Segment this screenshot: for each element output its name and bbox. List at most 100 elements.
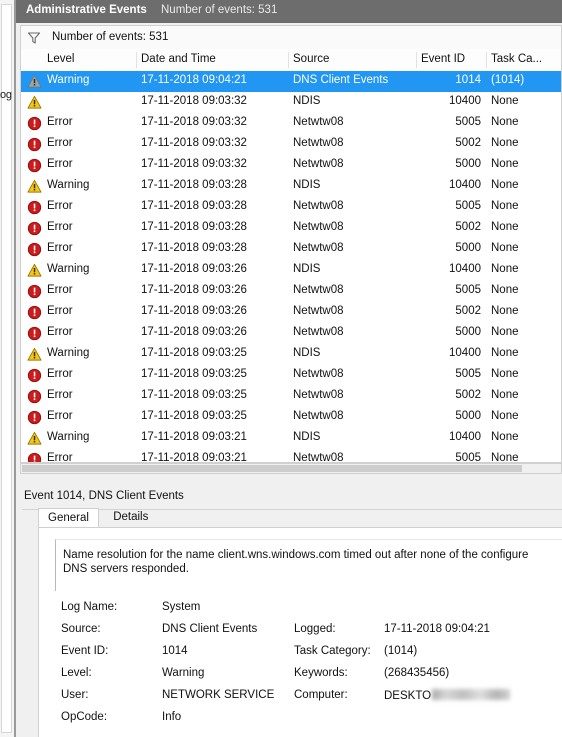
cell-date: 17-11-2018 09:03:26 [141, 326, 247, 338]
event-row[interactable]: Error 17-11-2018 09:03:21 Netwtw08 5005 None [21, 449, 561, 463]
cell-source: Netwtw08 [293, 116, 344, 128]
cell-task-category: None [491, 347, 519, 359]
cell-task-category: None [491, 242, 519, 254]
event-row[interactable]: Error 17-11-2018 09:03:28 Netwtw08 5000 None [21, 239, 561, 260]
cell-event-id: 5002 [455, 305, 481, 317]
event-row[interactable]: Error 17-11-2018 09:03:26 Netwtw08 5002 None [21, 302, 561, 323]
event-detail-title: Event 1014, DNS Client Events [24, 490, 184, 502]
cell-level: Error [47, 368, 73, 380]
detail-content-card: Name resolution for the name client.wns.… [38, 527, 562, 737]
cell-event-id: 10400 [449, 263, 481, 275]
column-header-source[interactable]: Source [293, 53, 329, 65]
column-divider-3[interactable] [486, 52, 487, 68]
event-row[interactable]: Error 17-11-2018 09:03:26 Netwtw08 5005 None [21, 281, 561, 302]
event-row[interactable]: Error 17-11-2018 09:03:28 Netwtw08 5002 None [21, 218, 561, 239]
column-divider-2[interactable] [416, 52, 417, 68]
event-row[interactable]: 17-11-2018 09:03:32 NDIS 10400 None [21, 92, 561, 113]
tab-details[interactable]: Details [104, 508, 157, 528]
cell-event-id: 5000 [455, 242, 481, 254]
cell-date: 17-11-2018 09:03:21 [141, 452, 247, 463]
event-row[interactable]: Error 17-11-2018 09:03:25 Netwtw08 5000 None [21, 407, 561, 428]
tab-general[interactable]: General [38, 508, 99, 528]
filter-summary-bar[interactable]: Number of events: 531 [20, 25, 562, 49]
error-icon [27, 410, 42, 425]
event-row[interactable]: Error 17-11-2018 09:03:32 Netwtw08 5005 None [21, 113, 561, 134]
event-viewer-screenshot: og Administrative Events Number of event… [0, 0, 562, 737]
cell-task-category: None [491, 431, 519, 443]
cell-level: Error [47, 305, 73, 317]
header-event-count: Number of events: 531 [161, 4, 278, 16]
cell-source: Netwtw08 [293, 158, 344, 170]
cell-level: Warning [47, 74, 90, 86]
cell-event-id: 5002 [455, 389, 481, 401]
property-row: Log Name: System [39, 601, 562, 623]
cell-source: Netwtw08 [293, 284, 344, 296]
event-row[interactable]: Error 17-11-2018 09:03:25 Netwtw08 5002 None [21, 386, 561, 407]
list-horizontal-scroll-thumb[interactable] [22, 465, 522, 472]
cell-event-id: 5002 [455, 137, 481, 149]
cell-event-id: 10400 [449, 347, 481, 359]
cell-task-category: None [491, 263, 519, 275]
event-message-box: Name resolution for the name client.wns.… [55, 539, 562, 591]
cell-date: 17-11-2018 09:03:25 [141, 368, 247, 380]
redacted-computer-name [432, 689, 511, 700]
cell-task-category: None [491, 200, 519, 212]
cell-event-id: 5000 [455, 326, 481, 338]
cell-level: Error [47, 284, 73, 296]
column-header-level[interactable]: Level [47, 53, 75, 65]
cell-date: 17-11-2018 09:03:26 [141, 263, 247, 275]
property-value: Warning [162, 667, 205, 679]
cell-level: Error [47, 452, 73, 463]
cell-event-id: 5005 [455, 452, 481, 463]
cell-source: Netwtw08 [293, 305, 344, 317]
list-horizontal-scrollbar[interactable] [20, 463, 562, 474]
column-header-eid[interactable]: Event ID [421, 53, 465, 65]
cell-task-category: None [491, 452, 519, 463]
error-icon [27, 116, 42, 131]
column-header-task[interactable]: Task Ca... [491, 53, 542, 65]
cell-level: Warning [47, 347, 90, 359]
column-divider-1[interactable] [288, 52, 289, 68]
event-row[interactable]: Error 17-11-2018 09:03:28 Netwtw08 5005 None [21, 197, 561, 218]
cell-date: 17-11-2018 09:03:28 [141, 242, 247, 254]
event-row[interactable]: Warning 17-11-2018 09:03:26 NDIS 10400 None [21, 260, 561, 281]
event-row[interactable]: Error 17-11-2018 09:03:25 Netwtw08 5005 None [21, 365, 561, 386]
cell-task-category: None [491, 221, 519, 233]
background-window-sliver[interactable]: og [0, 0, 15, 737]
error-icon [27, 221, 42, 236]
event-row[interactable]: Warning 17-11-2018 09:04:21 DNS Client Eve… [21, 71, 561, 92]
event-row[interactable]: Error 17-11-2018 09:03:32 Netwtw08 5002 None [21, 134, 561, 155]
cell-date: 17-11-2018 09:03:26 [141, 284, 247, 296]
warning-icon [27, 431, 42, 445]
filter-funnel-icon [27, 32, 41, 44]
column-header-date[interactable]: Date and Time [141, 53, 216, 65]
cell-task-category: None [491, 305, 519, 317]
administrative-events-tab-label[interactable]: Administrative Events [26, 4, 147, 16]
event-row[interactable]: Warning 17-11-2018 09:03:21 NDIS 10400 None [21, 428, 561, 449]
event-row[interactable]: Error 17-11-2018 09:03:26 Netwtw08 5000 None [21, 323, 561, 344]
event-row[interactable]: Warning 17-11-2018 09:03:25 NDIS 10400 None [21, 344, 561, 365]
cell-event-id: 10400 [449, 431, 481, 443]
cell-event-id: 5005 [455, 284, 481, 296]
cell-date: 17-11-2018 09:03:32 [141, 137, 247, 149]
cell-level: Error [47, 137, 73, 149]
property-label: User: [61, 689, 89, 701]
property-label: Level: [61, 667, 92, 679]
event-row[interactable]: Warning 17-11-2018 09:03:28 NDIS 10400 None [21, 176, 561, 197]
background-window-partial-text: og [0, 89, 12, 101]
cell-source: NDIS [293, 179, 321, 191]
cell-date: 17-11-2018 09:03:32 [141, 158, 247, 170]
cell-task-category: None [491, 368, 519, 380]
cell-event-id: 10400 [449, 179, 481, 191]
cell-source: NDIS [293, 347, 321, 359]
cell-date: 17-11-2018 09:03:32 [141, 95, 247, 107]
event-row[interactable]: Error 17-11-2018 09:03:32 Netwtw08 5000 None [21, 155, 561, 176]
property-value: NETWORK SERVICE [162, 689, 275, 701]
event-message-line-2: DNS servers responded. [63, 563, 189, 575]
property-value-secondary: DESKTO [384, 689, 511, 702]
property-value-secondary: (1014) [384, 645, 418, 657]
cell-event-id: 5002 [455, 221, 481, 233]
column-divider-0[interactable] [136, 52, 137, 68]
error-icon [27, 284, 42, 299]
event-rows-container[interactable]: Warning 17-11-2018 09:04:21 DNS Client Eve… [21, 71, 561, 463]
